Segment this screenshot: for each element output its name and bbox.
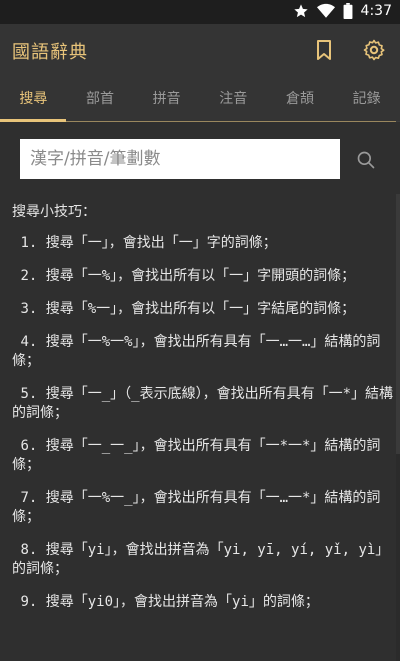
tab-history[interactable]: 記錄: [333, 76, 400, 121]
tip-item: 9. 搜尋「yi0」，會找出拼音為「yi」的詞條；: [12, 594, 319, 610]
tab-label: 搜尋: [19, 91, 48, 107]
tip-item: 6. 搜尋「一_一_」，會找出所有具有「一*一*」結構的詞條；: [12, 438, 381, 473]
battery-icon: [343, 3, 352, 19]
search-input[interactable]: [20, 139, 340, 179]
tip-item: 4. 搜尋「一%一%」，會找出所有具有「一…一…」結構的詞條；: [12, 334, 381, 369]
tab-bar: 搜尋 部首 拼音 注音 倉頡 記錄: [0, 76, 400, 122]
tips-heading: 搜尋小技巧：: [12, 204, 96, 220]
tab-label: 部首: [85, 91, 114, 107]
tip-item: 1. 搜尋「一」，會找出「一」字的詞條；: [12, 235, 277, 251]
tip-item: 5. 搜尋「一_」（_表示底線），會找出所有具有「一*」結構的詞條；: [12, 386, 394, 421]
tab-zhuyin[interactable]: 注音: [200, 76, 267, 121]
app-title: 國語辭典: [12, 42, 88, 63]
status-time: 4:37: [360, 3, 392, 19]
tab-radical[interactable]: 部首: [67, 76, 134, 121]
tab-label: 倉頡: [285, 91, 314, 107]
wifi-icon: [316, 3, 335, 18]
tip-item: 8. 搜尋「yi」，會找出拼音為「yi, yī, yí, yǐ, yì」的詞條；: [12, 542, 390, 577]
search-bar: [0, 122, 400, 197]
status-bar: 4:37: [0, 0, 400, 24]
search-icon[interactable]: [356, 150, 376, 170]
tip-item: 2. 搜尋「一%」，會找出所有以「一」字開頭的詞條；: [12, 268, 356, 284]
gear-icon[interactable]: [362, 38, 386, 62]
tab-pinyin[interactable]: 拼音: [133, 76, 200, 121]
tab-cangjie[interactable]: 倉頡: [267, 76, 334, 121]
bookmark-icon[interactable]: [312, 38, 336, 62]
tab-search[interactable]: 搜尋: [0, 76, 67, 122]
status-icons: 4:37: [293, 3, 392, 19]
tip-item: 3. 搜尋「%一」，會找出所有以「一」字結尾的詞條；: [12, 301, 356, 317]
scrollbar-thumb[interactable]: [396, 194, 400, 454]
search-tips: 搜尋小技巧： 1. 搜尋「一」，會找出「一」字的詞條； 2. 搜尋「一%」，會找…: [0, 194, 396, 626]
app-bar: 國語辭典: [0, 24, 400, 76]
star-icon: [293, 4, 308, 18]
tip-item: 7. 搜尋「一%一_」，會找出所有具有「一…一*」結構的詞條；: [12, 490, 381, 525]
tab-label: 注音: [219, 91, 248, 107]
tab-label: 拼音: [152, 91, 181, 107]
tab-label: 記錄: [352, 91, 381, 107]
